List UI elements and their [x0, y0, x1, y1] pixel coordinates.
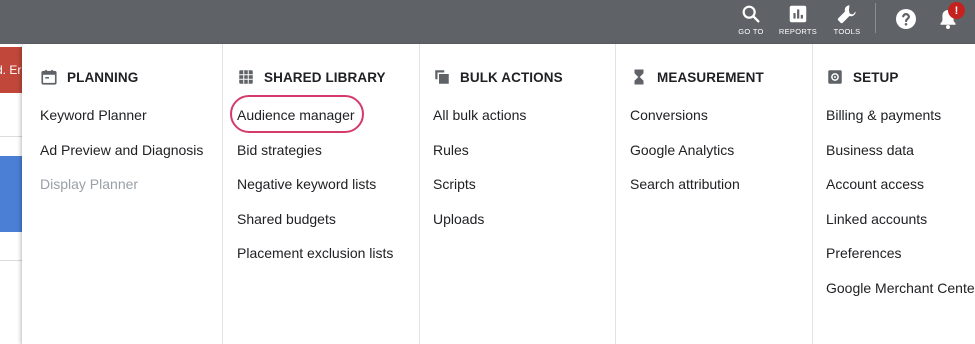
- audience-manager-highlight-ring: [230, 95, 364, 133]
- menu-item-bid-strategies[interactable]: Bid strategies: [237, 142, 322, 158]
- menu-item-rules[interactable]: Rules: [433, 142, 469, 158]
- top-toolbar: GO TO REPORTS TOOLS !: [0, 0, 975, 44]
- settings-icon: [828, 70, 842, 84]
- menu-item-account-access[interactable]: Account access: [826, 176, 924, 192]
- menu-column-planning: PLANNING Keyword Planner Ad Preview and …: [22, 44, 222, 344]
- menu-item-google-analytics[interactable]: Google Analytics: [630, 142, 734, 158]
- help-icon: [896, 9, 916, 29]
- menu-header-setup: SETUP: [826, 68, 899, 86]
- menu-item-business-data[interactable]: Business data: [826, 142, 914, 158]
- menu-item-ad-preview[interactable]: Ad Preview and Diagnosis: [40, 142, 203, 158]
- menu-item-uploads[interactable]: Uploads: [433, 211, 484, 227]
- background-divider: [0, 136, 22, 137]
- reports-label: REPORTS: [778, 27, 818, 36]
- calendar-icon: [41, 69, 57, 85]
- setup-title: SETUP: [853, 69, 899, 85]
- notification-badge: !: [948, 2, 965, 19]
- planning-title: PLANNING: [67, 69, 139, 85]
- menu-item-linked-accounts[interactable]: Linked accounts: [826, 211, 927, 227]
- help-button[interactable]: [892, 5, 920, 33]
- search-icon: [742, 5, 760, 23]
- reports-icon: [789, 5, 807, 23]
- menu-item-conversions[interactable]: Conversions: [630, 107, 708, 123]
- menu-item-shared-budgets[interactable]: Shared budgets: [237, 211, 336, 227]
- copy-stack-icon: [435, 70, 449, 84]
- notifications-button[interactable]: !: [934, 2, 965, 33]
- menu-header-bulk-actions: BULK ACTIONS: [433, 68, 563, 86]
- menu-item-google-merchant-center[interactable]: Google Merchant Center: [826, 280, 975, 296]
- wrench-icon: [837, 5, 856, 24]
- menu-column-measurement: MEASUREMENT Conversions Google Analytics…: [612, 44, 812, 344]
- measurement-title: MEASUREMENT: [657, 69, 764, 85]
- background-banner: d. Er: [0, 47, 22, 93]
- menu-header-planning: PLANNING: [40, 68, 138, 86]
- goto-label: GO TO: [738, 27, 764, 36]
- hourglass-icon: [634, 69, 644, 85]
- menu-item-preferences[interactable]: Preferences: [826, 245, 901, 261]
- background-banner-text: d. Er: [0, 63, 22, 77]
- menu-item-search-attribution[interactable]: Search attribution: [630, 176, 740, 192]
- menu-column-shared-library: SHARED LIBRARY Audience manager Bid stra…: [219, 44, 419, 344]
- background-blue-block: [0, 156, 22, 232]
- menu-item-billing-payments[interactable]: Billing & payments: [826, 107, 941, 123]
- menu-item-placement-exclusion-lists[interactable]: Placement exclusion lists: [237, 245, 393, 261]
- menu-item-display-planner: Display Planner: [40, 176, 139, 192]
- library-grid-icon: [239, 70, 253, 84]
- toolbar-divider: [875, 3, 876, 33]
- background-divider-2: [0, 260, 22, 261]
- menu-item-negative-keyword-lists[interactable]: Negative keyword lists: [237, 176, 376, 192]
- shared-library-title: SHARED LIBRARY: [264, 69, 386, 85]
- bulk-actions-title: BULK ACTIONS: [460, 69, 563, 85]
- menu-column-bulk-actions: BULK ACTIONS All bulk actions Rules Scri…: [415, 44, 615, 344]
- menu-item-scripts[interactable]: Scripts: [433, 176, 476, 192]
- tools-label: TOOLS: [833, 27, 861, 36]
- tools-button[interactable]: TOOLS: [817, 0, 877, 44]
- menu-header-measurement: MEASUREMENT: [630, 68, 764, 86]
- menu-item-keyword-planner[interactable]: Keyword Planner: [40, 107, 147, 123]
- menu-header-shared-library: SHARED LIBRARY: [237, 68, 386, 86]
- tools-dropdown-menu: PLANNING Keyword Planner Ad Preview and …: [22, 44, 975, 344]
- menu-column-setup: SETUP Billing & payments Business data A…: [808, 44, 975, 344]
- menu-item-all-bulk-actions[interactable]: All bulk actions: [433, 107, 526, 123]
